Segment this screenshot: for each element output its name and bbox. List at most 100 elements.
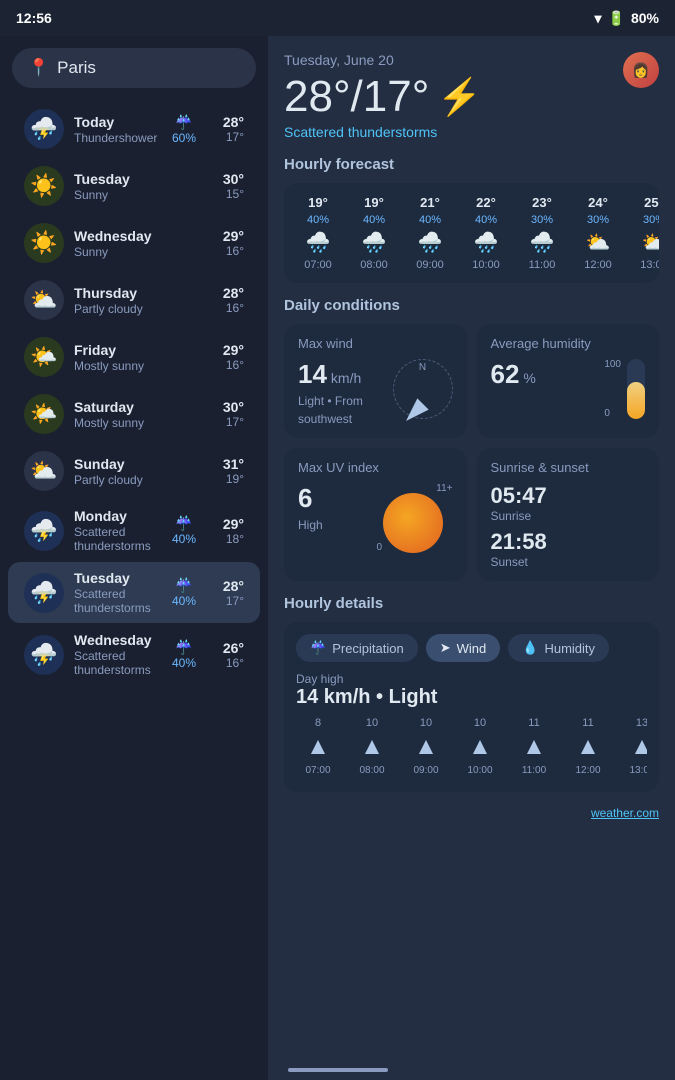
tab-icon: ☔ (310, 640, 326, 656)
hour-item: 19° 40% 🌧️ 07:00 (292, 195, 344, 271)
wind-arrow-icon: ▲ (576, 733, 600, 761)
hour-pct: 40% (475, 214, 497, 226)
humidity-bar-labels: 100 0 (604, 359, 621, 419)
day-info: Wednesday Sunny (74, 228, 176, 259)
wind-arrow-icon: ▲ (630, 733, 647, 761)
hourly-details-title: Hourly details (284, 595, 659, 612)
temp-high: 29° (223, 228, 244, 244)
day-name: Friday (74, 342, 176, 358)
wind-arrow-icon: ▲ (360, 733, 384, 761)
day-item[interactable]: ⛈️ Monday Scattered thunderstorms ☔ 40% … (8, 500, 260, 561)
precip-pct: 40% (172, 594, 196, 608)
wind-hour-time: 09:00 (413, 765, 438, 776)
day-icon: ⛈️ (24, 511, 64, 551)
right-panel[interactable]: Tuesday, June 20 28°/17° ⚡ Scattered thu… (268, 36, 675, 1080)
sunrise-time: 05:47 (491, 483, 646, 509)
avatar[interactable]: 👩 (623, 52, 659, 88)
day-temps: 30° 15° (212, 171, 244, 201)
day-name: Wednesday (74, 228, 176, 244)
temp-low: 19° (226, 472, 244, 486)
sunrise-sub: Sunrise (491, 509, 646, 523)
day-desc: Partly cloudy (74, 473, 176, 487)
temp-low: 17° (226, 594, 244, 608)
detail-tab[interactable]: ➤ Wind (426, 634, 501, 662)
day-item[interactable]: ⛅ Thursday Partly cloudy 28° 16° (8, 272, 260, 328)
wind-speed-top: 10 (366, 717, 378, 729)
battery-pct: 80% (631, 10, 659, 26)
day-item[interactable]: ⛈️ Tuesday Scattered thunderstorms ☔ 40%… (8, 562, 260, 623)
precip-icon: ☔ (175, 577, 192, 594)
day-item[interactable]: ⛈️ Today Thundershower ☔ 60% 28° 17° (8, 101, 260, 157)
detail-tabs: ☔Precipitation ➤ Wind 💧Humidity (296, 634, 647, 662)
tab-label: Wind (457, 641, 487, 656)
temp-low: 16° (226, 656, 244, 670)
battery-icon: 🔋 (608, 10, 625, 27)
day-precip: ☔ 40% (166, 577, 202, 608)
day-name: Wednesday (74, 632, 166, 648)
uv-value: 6 (298, 483, 312, 514)
precip-pct: 40% (172, 656, 196, 670)
hour-icon: 🌧️ (306, 230, 331, 255)
day-item[interactable]: 🌤️ Saturday Mostly sunny 30° 17° (8, 386, 260, 442)
temp-low: 15° (226, 187, 244, 201)
wind-hour-item: 11 ▲ 12:00 (566, 717, 610, 776)
hour-temp: 22° (476, 195, 496, 210)
day-item[interactable]: ☀️ Wednesday Sunny 29° 16° (8, 215, 260, 271)
hour-temp: 19° (308, 195, 328, 210)
hour-icon: 🌧️ (474, 230, 499, 255)
day-item[interactable]: ⛈️ Wednesday Scattered thunderstorms ☔ 4… (8, 624, 260, 685)
status-right: ▾ 🔋 80% (595, 10, 660, 27)
weather-main-icon: ⚡ (437, 76, 482, 118)
sunset-time: 21:58 (491, 529, 646, 555)
wifi-icon: ▾ (595, 10, 602, 27)
hour-temp: 23° (532, 195, 552, 210)
day-temps: 26° 16° (212, 640, 244, 670)
detail-tab[interactable]: ☔Precipitation (296, 634, 418, 662)
uv-min-label: 0 (377, 542, 383, 553)
hour-pct: 40% (307, 214, 329, 226)
day-temps: 28° 17° (212, 114, 244, 144)
location-icon: 📍 (28, 58, 49, 78)
wind-speed-top: 10 (420, 717, 432, 729)
temp-low: 18° (226, 532, 244, 546)
tab-icon: ➤ (440, 640, 451, 656)
hour-time: 09:00 (416, 259, 444, 271)
day-item[interactable]: ☀️ Tuesday Sunny 30° 15° (8, 158, 260, 214)
temp-low: 16° (226, 244, 244, 258)
day-desc: Mostly sunny (74, 416, 176, 430)
day-info: Today Thundershower (74, 114, 166, 145)
wind-arrow-icon: ▲ (468, 733, 492, 761)
hour-temp: 25° (644, 195, 659, 210)
temp-high: 30° (223, 399, 244, 415)
wind-label: Max wind (298, 336, 453, 351)
wind-hour-time: 13:00 (629, 765, 647, 776)
hour-temp: 21° (420, 195, 440, 210)
search-bar[interactable]: 📍 Paris (12, 48, 256, 88)
hour-item: 23° 30% 🌧️ 11:00 (516, 195, 568, 271)
day-item[interactable]: 🌤️ Friday Mostly sunny 29° 16° (8, 329, 260, 385)
day-desc: Thundershower (74, 131, 166, 145)
day-temps: 28° 17° (212, 578, 244, 608)
detail-tab[interactable]: 💧Humidity (508, 634, 609, 662)
location-label: Paris (57, 58, 96, 78)
main-desc: Scattered thunderstorms (284, 124, 482, 140)
temp-high: 29° (223, 342, 244, 358)
uv-label: Max UV index (298, 460, 453, 475)
temp-high: 28° (223, 114, 244, 130)
day-icon: ☀️ (24, 223, 64, 263)
hour-time: 10:00 (472, 259, 500, 271)
weather-list: ⛈️ Today Thundershower ☔ 60% 28° 17° ☀️ … (0, 100, 268, 1080)
day-item[interactable]: ⛅ Sunday Partly cloudy 31° 19° (8, 443, 260, 499)
hour-temp: 24° (588, 195, 608, 210)
hour-time: 11:00 (529, 259, 556, 271)
hour-icon: ⛅ (642, 230, 659, 255)
day-name: Today (74, 114, 166, 130)
day-desc: Mostly sunny (74, 359, 176, 373)
hour-icon: 🌧️ (418, 230, 443, 255)
weather-credit[interactable]: weather.com (284, 806, 659, 820)
day-precip: ☔ 60% (166, 114, 202, 145)
hour-item: 25° 30% ⛅ 13:00 (628, 195, 659, 271)
hour-icon: 🌧️ (530, 230, 555, 255)
wind-hour-time: 10:00 (467, 765, 492, 776)
wind-speed-top: 11 (582, 717, 593, 729)
